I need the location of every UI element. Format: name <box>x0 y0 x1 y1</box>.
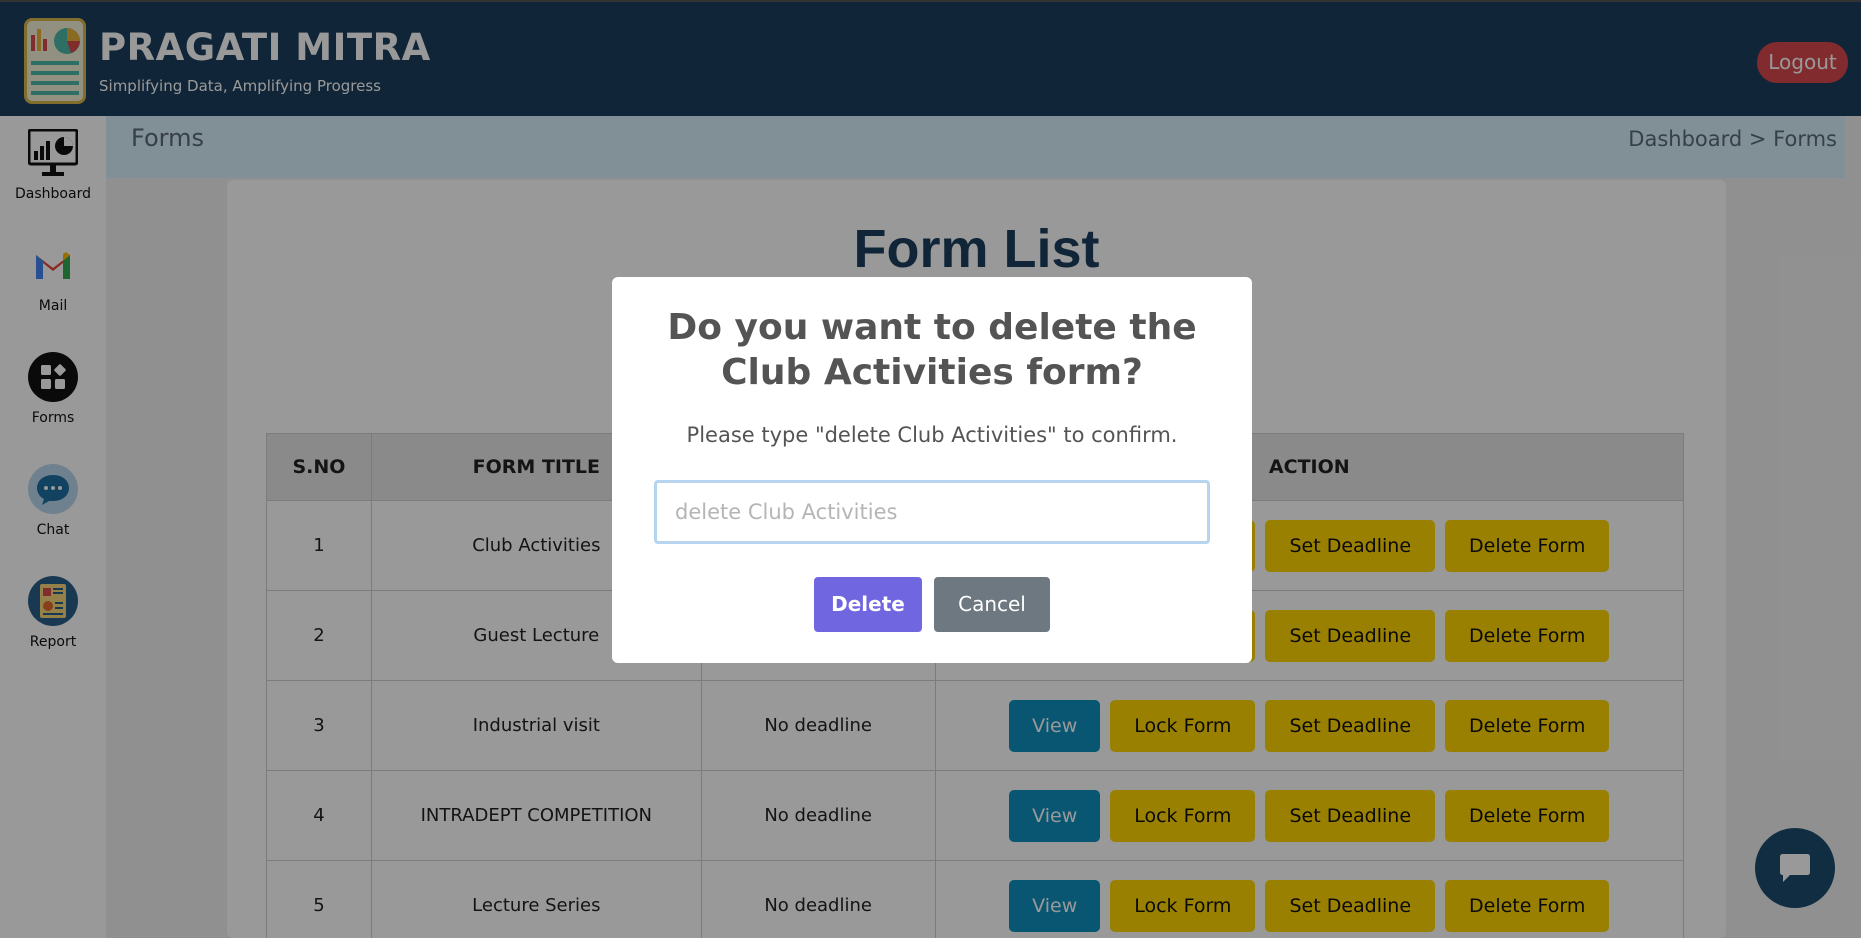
confirm-delete-button[interactable]: Delete <box>814 577 922 632</box>
dialog-title-line2: Club Activities form? <box>721 352 1143 393</box>
confirm-input[interactable] <box>654 480 1210 544</box>
dialog-title: Do you want to delete the Club Activitie… <box>612 305 1252 395</box>
delete-confirm-dialog: Do you want to delete the Club Activitie… <box>612 277 1252 663</box>
dialog-instruction: Please type "delete Club Activities" to … <box>686 423 1178 447</box>
cancel-button[interactable]: Cancel <box>934 577 1050 632</box>
dialog-title-line1: Do you want to delete the <box>667 307 1197 348</box>
